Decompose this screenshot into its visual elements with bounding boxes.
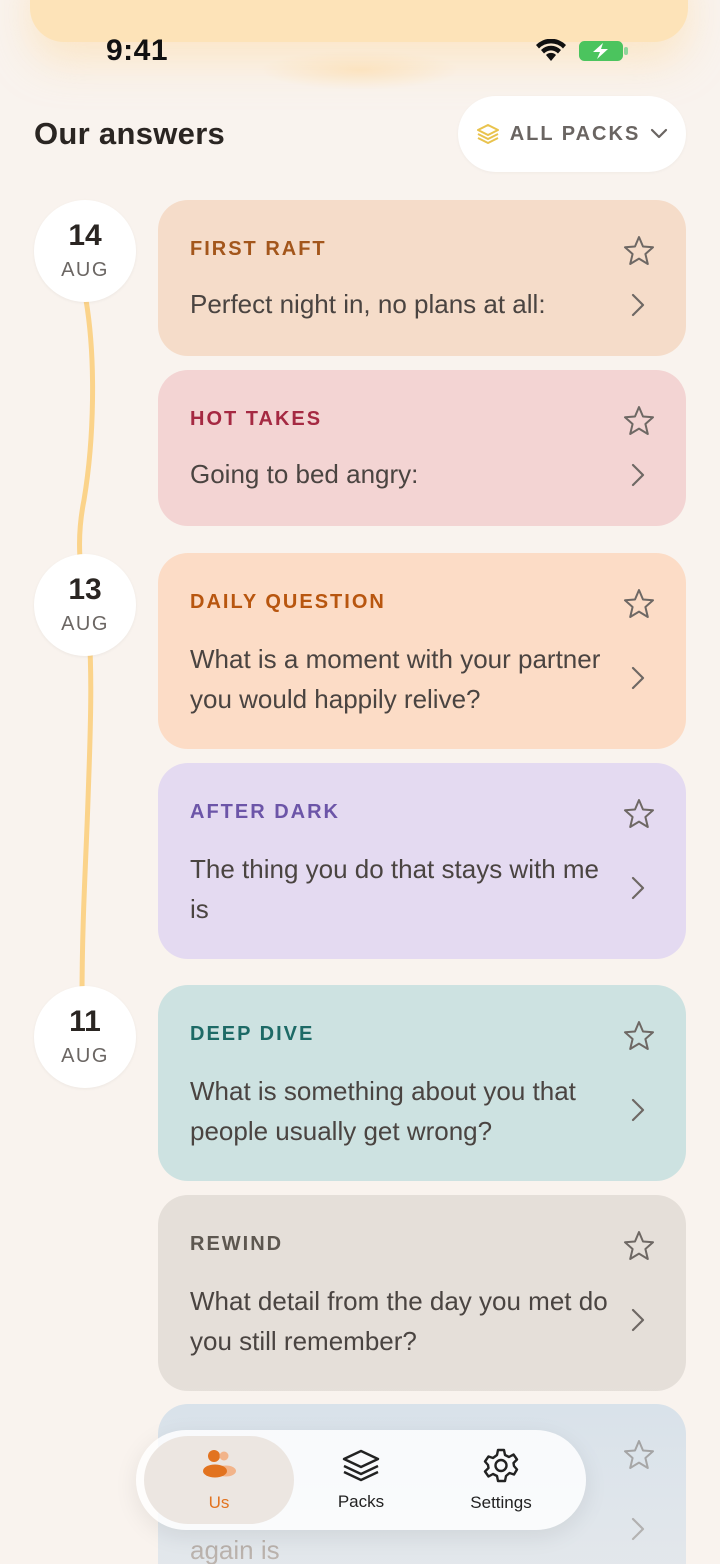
card-category: FIRST RAFT [190, 238, 327, 260]
star-icon[interactable] [622, 234, 656, 268]
nav-item-packs[interactable]: Packs [286, 1436, 436, 1524]
date-day: 11 [69, 1004, 101, 1038]
nav-label: Packs [337, 1492, 385, 1511]
status-icons [534, 38, 630, 64]
card-category: DAILY QUESTION [190, 591, 386, 613]
star-icon[interactable] [622, 1438, 656, 1472]
card-category: REWIND [190, 1233, 284, 1255]
layers-icon [476, 124, 499, 144]
card-question: Going to bed angry: [190, 459, 419, 489]
chevron-right-icon [631, 1308, 645, 1332]
filter-label: ALL PACKS [509, 122, 641, 145]
chevron-right-icon [631, 666, 645, 690]
all-packs-filter-button[interactable]: ALL PACKS [458, 96, 686, 172]
nav-item-us[interactable]: Us [144, 1436, 294, 1524]
wifi-icon [536, 39, 566, 61]
card-question: again is [190, 1535, 280, 1564]
answer-card[interactable]: FIRST RAFT Perfect night in, no plans at… [158, 200, 686, 356]
card-question: What is something about you that people … [190, 1076, 576, 1146]
page-title: Our answers [34, 116, 226, 151]
chevron-right-icon [631, 1517, 645, 1541]
star-icon[interactable] [622, 587, 656, 621]
chevron-down-icon [651, 128, 668, 139]
answer-card[interactable]: AFTER DARK The thing you do that stays w… [158, 763, 686, 959]
chevron-right-icon [631, 463, 645, 487]
date-badge: 11 AUG [34, 986, 136, 1088]
chevron-right-icon [631, 1098, 645, 1122]
date-badge: 14 AUG [34, 200, 136, 302]
nav-item-settings[interactable]: Settings [426, 1436, 576, 1524]
star-icon[interactable] [622, 1019, 656, 1053]
bottom-navigation: Us Packs Settings [136, 1430, 586, 1530]
answer-card[interactable]: HOT TAKES Going to bed angry: [158, 370, 686, 526]
date-month: AUG [61, 1044, 109, 1067]
chevron-right-icon [631, 293, 645, 317]
battery-charging-icon [579, 41, 628, 61]
gear-icon [483, 1448, 519, 1483]
chevron-right-icon [631, 876, 645, 900]
date-month: AUG [61, 612, 109, 635]
couple-icon [203, 1450, 236, 1478]
card-question: Perfect night in, no plans at all: [190, 289, 546, 319]
star-icon[interactable] [622, 404, 656, 438]
date-badge: 13 AUG [34, 554, 136, 656]
answer-card[interactable]: DAILY QUESTION What is a moment with you… [158, 553, 686, 749]
card-question: The thing you do that stays with me is [190, 854, 599, 924]
card-category: HOT TAKES [190, 408, 323, 430]
nav-label: Settings [470, 1493, 532, 1512]
date-day: 13 [68, 572, 102, 606]
card-question: What is a moment with your partner you w… [190, 644, 601, 714]
date-month: AUG [61, 258, 109, 281]
date-day: 14 [68, 218, 102, 252]
star-icon[interactable] [622, 797, 656, 831]
nav-label: Us [208, 1493, 230, 1512]
card-question: What detail from the day you met do you … [190, 1286, 608, 1356]
star-icon[interactable] [622, 1229, 656, 1263]
status-time: 9:41 [106, 34, 169, 67]
card-category: DEEP DIVE [190, 1023, 315, 1045]
card-category: AFTER DARK [190, 801, 340, 823]
hero-glow [260, 50, 460, 90]
layers-icon [342, 1449, 380, 1482]
answer-card[interactable]: DEEP DIVE What is something about you th… [158, 985, 686, 1181]
answer-card[interactable]: REWIND What detail from the day you met … [158, 1195, 686, 1391]
